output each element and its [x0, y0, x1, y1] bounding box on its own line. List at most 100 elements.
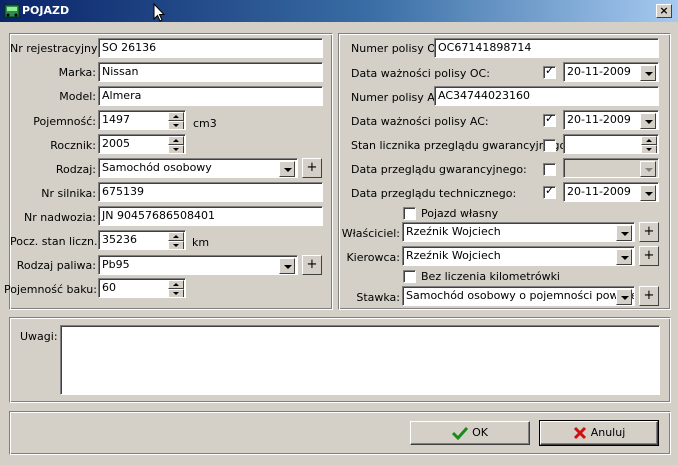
- stan-licznika-label: Pocz. stan liczn.:: [10, 235, 102, 248]
- ok-label: OK: [472, 426, 488, 439]
- numer-polisy-ac-input[interactable]: AC34744023160: [434, 86, 659, 106]
- pojemnosc-value: 1497: [102, 113, 130, 126]
- pojemnosc-label: Pojemność:: [33, 115, 96, 128]
- spin-up-icon[interactable]: [168, 280, 184, 289]
- cancel-label: Anuluj: [590, 426, 626, 439]
- spin-down-icon[interactable]: [168, 289, 184, 297]
- data-tech-value: 20-11-2009: [567, 185, 631, 198]
- spin-up-icon[interactable]: [168, 136, 184, 145]
- chevron-down-icon[interactable]: [616, 225, 632, 241]
- pojemnosc-baku-value: 60: [102, 281, 116, 294]
- stawka-label: Stawka:: [356, 291, 400, 304]
- check-icon: ✓: [545, 112, 555, 125]
- spin-down-icon[interactable]: [168, 145, 184, 153]
- pojemnosc-stepper[interactable]: 1497: [98, 110, 186, 130]
- cancel-button[interactable]: Anuluj: [539, 420, 659, 446]
- nr-nadwozia-input[interactable]: JN 90457686508401: [98, 206, 323, 226]
- model-label: Model:: [59, 90, 96, 103]
- spin-up-icon[interactable]: [641, 136, 657, 145]
- rodzaj-label: Rodzaj:: [55, 163, 96, 176]
- ok-button[interactable]: OK: [410, 421, 530, 445]
- pojemnosc-baku-spinner[interactable]: [168, 280, 184, 297]
- marka-input[interactable]: Nissan: [98, 62, 323, 82]
- data-tech-date[interactable]: 20-11-2009: [563, 182, 659, 202]
- add-wlasciciel-button[interactable]: +: [639, 222, 659, 242]
- data-oc-value: 20-11-2009: [567, 65, 631, 78]
- wlasciciel-select[interactable]: Rzeźnik Wojciech: [402, 222, 635, 242]
- wlasciciel-label: Właściciel:: [341, 227, 400, 240]
- rodzaj-select[interactable]: Samochód osobowy: [98, 158, 298, 178]
- rocznik-stepper[interactable]: 2005: [98, 134, 186, 154]
- chevron-down-icon[interactable]: [279, 258, 295, 274]
- nr-silnika-input[interactable]: 675139: [98, 182, 323, 202]
- data-gwar-label: Data przeglądu gwarancyjnego:: [351, 163, 527, 176]
- pojazd-wlasny-checkbox[interactable]: [403, 207, 416, 220]
- pojazd-wlasny-label[interactable]: Pojazd własny: [421, 207, 498, 220]
- chevron-down-icon[interactable]: [616, 289, 632, 305]
- pojemnosc-unit: cm3: [193, 117, 217, 130]
- cross-icon: [573, 426, 586, 440]
- data-tech-checkbox[interactable]: ✓: [543, 184, 556, 199]
- data-tech-label: Data przeglądu technicznego:: [351, 187, 517, 200]
- check-icon: ✓: [545, 184, 555, 197]
- spin-down-icon[interactable]: [641, 145, 657, 153]
- nr-rejestracyjny-input[interactable]: SO 26136: [98, 38, 323, 58]
- stan-licznika-spinner[interactable]: [168, 232, 184, 249]
- bez-liczenia-checkbox[interactable]: [403, 270, 416, 283]
- data-oc-date[interactable]: 20-11-2009: [563, 62, 659, 82]
- data-gwar-checkbox[interactable]: [543, 163, 556, 176]
- mouse-cursor-icon: [153, 3, 165, 22]
- stan-gwar-spinner[interactable]: [641, 136, 657, 153]
- title-bar: POJAZD ×: [0, 0, 678, 22]
- stan-gwar-stepper[interactable]: [563, 134, 659, 154]
- stan-gwar-checkbox[interactable]: [543, 139, 556, 152]
- pojemnosc-baku-stepper[interactable]: 60: [98, 278, 186, 298]
- data-gwar-date: [563, 158, 659, 178]
- chevron-down-icon[interactable]: [640, 65, 656, 81]
- kierowca-value: Rzeźnik Wojciech: [406, 249, 501, 262]
- data-ac-label: Data ważności polisy AC:: [351, 115, 489, 128]
- add-kierowca-button[interactable]: +: [639, 246, 659, 266]
- data-ac-date[interactable]: 20-11-2009: [563, 110, 659, 130]
- model-input[interactable]: Almera: [98, 86, 323, 106]
- spin-down-icon[interactable]: [168, 121, 184, 129]
- stan-gwar-label: Stan licznika przeglądu gwarancyjnego:: [351, 139, 570, 152]
- chevron-down-icon[interactable]: [616, 249, 632, 265]
- stan-licznika-stepper[interactable]: 35236: [98, 230, 186, 250]
- add-stawka-button[interactable]: +: [639, 286, 659, 306]
- rodzaj-value: Samochód osobowy: [102, 161, 212, 174]
- pojemnosc-baku-label: Pojemność baku:: [4, 283, 97, 296]
- nr-silnika-label: Nr silnika:: [41, 187, 96, 200]
- numer-polisy-oc-input[interactable]: OC67141898714: [434, 38, 659, 58]
- uwagi-textarea[interactable]: [60, 325, 660, 395]
- chevron-down-icon[interactable]: [279, 161, 295, 177]
- numer-polisy-ac-label: Numer polisy AC:: [351, 91, 446, 104]
- pojemnosc-spinner[interactable]: [168, 112, 184, 129]
- uwagi-label: Uwagi:: [20, 330, 58, 343]
- chevron-down-icon[interactable]: [640, 185, 656, 201]
- numer-polisy-oc-label: Numer polisy OC:: [351, 42, 448, 55]
- spin-up-icon[interactable]: [168, 112, 184, 121]
- data-ac-checkbox[interactable]: ✓: [543, 112, 556, 127]
- stawka-value: Samochód osobowy o pojemności powyżej 9: [406, 289, 635, 302]
- data-oc-checkbox[interactable]: ✓: [543, 64, 556, 79]
- nr-rejestracyjny-label: Nr rejestracyjny:: [10, 42, 101, 55]
- bez-liczenia-label[interactable]: Bez liczenia kilometrówki: [421, 270, 560, 283]
- wlasciciel-value: Rzeźnik Wojciech: [406, 225, 501, 238]
- chevron-down-icon[interactable]: [640, 113, 656, 129]
- add-rodzaj-button[interactable]: +: [302, 158, 322, 178]
- data-ac-value: 20-11-2009: [567, 113, 631, 126]
- rocznik-label: Rocznik:: [50, 139, 96, 152]
- rodzaj-paliwa-select[interactable]: Pb95: [98, 255, 298, 275]
- rocznik-value: 2005: [102, 137, 130, 150]
- spin-up-icon[interactable]: [168, 232, 184, 241]
- stawka-select[interactable]: Samochód osobowy o pojemności powyżej 9: [402, 286, 635, 306]
- window-title: POJAZD: [22, 4, 70, 17]
- chevron-down-icon: [640, 161, 656, 177]
- check-icon: ✓: [545, 64, 555, 77]
- kierowca-select[interactable]: Rzeźnik Wojciech: [402, 246, 635, 266]
- add-rodzaj-paliwa-button[interactable]: +: [302, 255, 322, 275]
- close-button[interactable]: ×: [656, 4, 672, 18]
- rocznik-spinner[interactable]: [168, 136, 184, 153]
- spin-down-icon[interactable]: [168, 241, 184, 249]
